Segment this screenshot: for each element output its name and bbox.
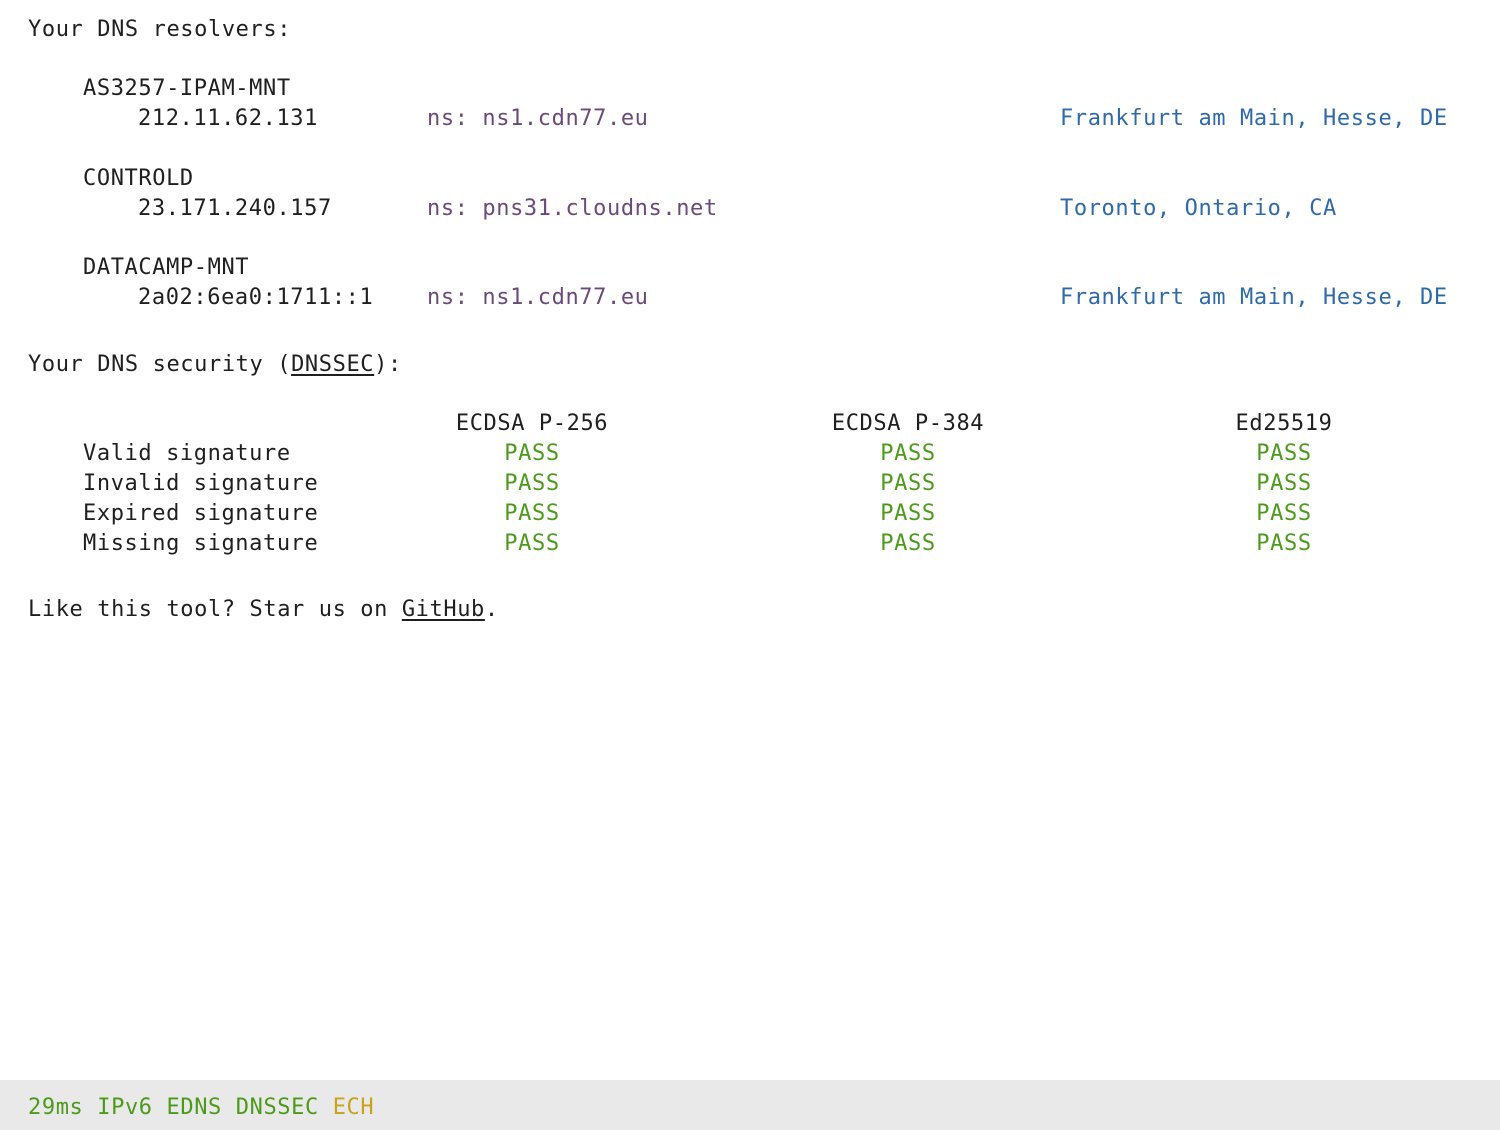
footer-suffix: . (484, 597, 499, 622)
result-cell: PASS (880, 531, 936, 556)
footer-line: Like this tool? Star us on GitHub. (28, 595, 499, 625)
resolver-location: Toronto, Ontario, CA (1060, 196, 1337, 221)
dnssec-link[interactable]: DNSSEC (291, 352, 374, 377)
result-cell: PASS (1256, 531, 1312, 556)
resolver-name: AS3257-IPAM-MNT (83, 76, 291, 101)
resolver-nameserver: ns: pns31.cloudns.net (427, 196, 718, 221)
resolver-ip: 2a02:6ea0:1711::1 (138, 285, 374, 310)
resolvers-heading: Your DNS resolvers: (28, 17, 292, 42)
resolver-location: Frankfurt am Main, Hesse, DE (1060, 106, 1448, 131)
result-cell: PASS (880, 441, 936, 466)
security-heading-prefix: Your DNS security ( (28, 352, 292, 377)
column-header: ECDSA P-384 (831, 411, 985, 436)
row-label: Missing signature (83, 531, 319, 556)
ipv6-indicator: IPv6 (97, 1095, 153, 1120)
resolver-ip: 23.171.240.157 (138, 196, 332, 221)
security-heading-suffix: ): (374, 352, 402, 377)
column-header: Ed25519 (1235, 411, 1333, 436)
resolver-ip: 212.11.62.131 (138, 106, 318, 131)
result-cell: PASS (504, 531, 560, 556)
github-link[interactable]: GitHub (402, 597, 485, 622)
status-items: 29ms IPv6 EDNS DNSSEC ECH (28, 1093, 374, 1123)
row-label: Invalid signature (83, 471, 319, 496)
resolver-name: DATACAMP-MNT (83, 255, 250, 280)
resolver-nameserver: ns: ns1.cdn77.eu (427, 106, 649, 131)
result-cell: PASS (880, 501, 936, 526)
result-cell: PASS (504, 471, 560, 496)
footer-prefix: Like this tool? Star us on (28, 597, 402, 622)
security-heading: Your DNS security (DNSSEC): (28, 350, 402, 380)
result-cell: PASS (880, 471, 936, 496)
row-label: Valid signature (83, 441, 291, 466)
result-cell: PASS (504, 441, 560, 466)
result-cell: PASS (1256, 441, 1312, 466)
result-cell: PASS (1256, 501, 1312, 526)
resolver-nameserver: ns: ns1.cdn77.eu (427, 285, 649, 310)
status-bar: 29ms IPv6 EDNS DNSSEC ECH (0, 1080, 1500, 1130)
edns-indicator: EDNS (166, 1095, 222, 1120)
result-cell: PASS (1256, 471, 1312, 496)
ech-indicator: ECH (332, 1095, 375, 1120)
latency-indicator: 29ms (28, 1095, 84, 1120)
row-label: Expired signature (83, 501, 319, 526)
result-cell: PASS (504, 501, 560, 526)
column-header: ECDSA P-256 (455, 411, 609, 436)
resolver-name: CONTROLD (83, 166, 194, 191)
resolver-location: Frankfurt am Main, Hesse, DE (1060, 285, 1448, 310)
dnssec-indicator: DNSSEC (235, 1095, 319, 1120)
